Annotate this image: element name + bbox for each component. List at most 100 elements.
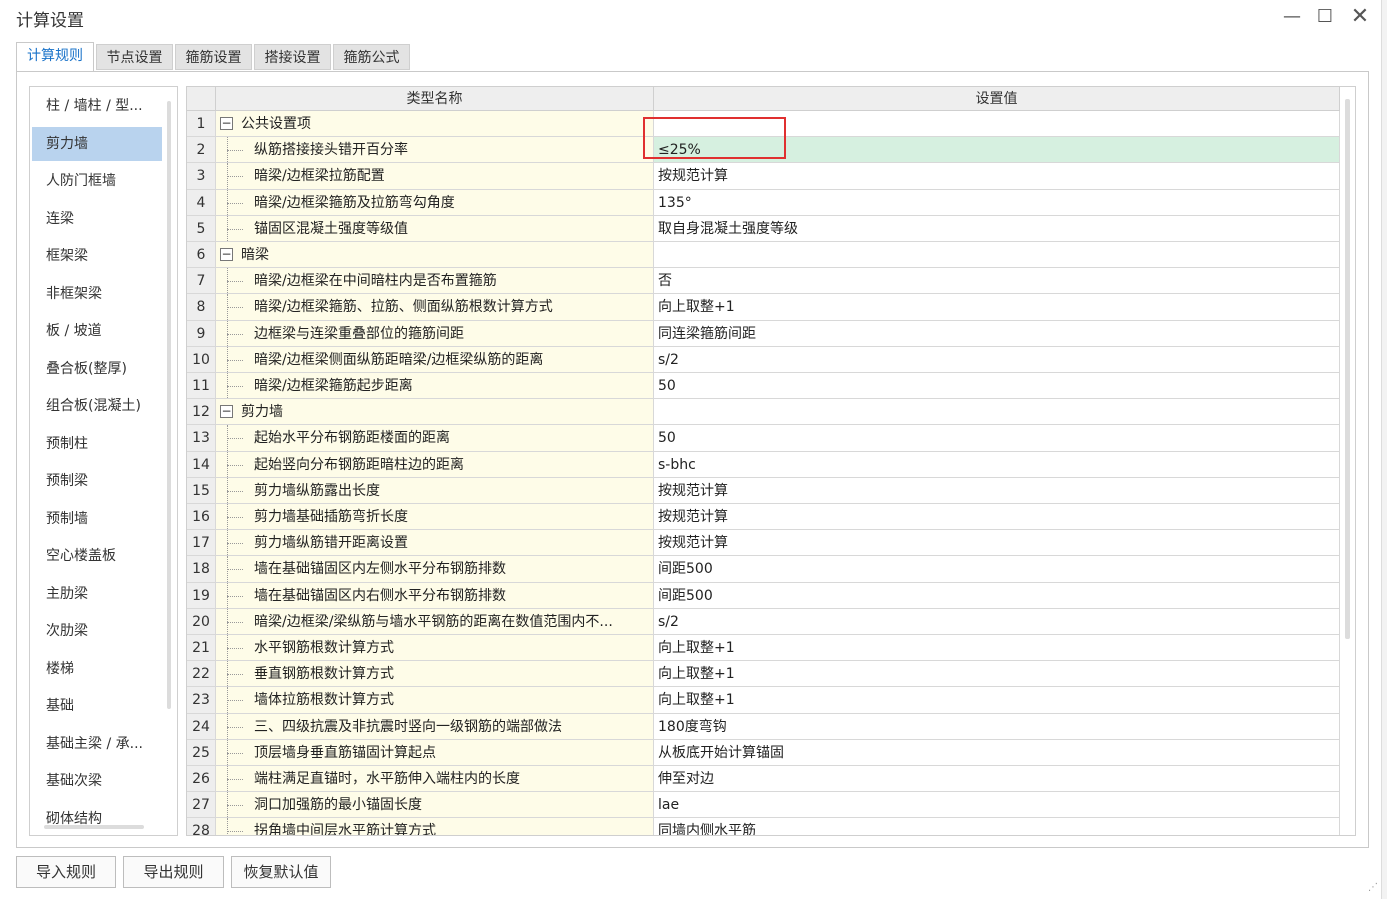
setting-value-cell[interactable]: 间距500 <box>654 582 1340 609</box>
setting-name: 墙体拉筋根数计算方式 <box>254 692 394 709</box>
sidebar-item[interactable]: 板 / 坡道 <box>32 314 162 348</box>
table-row[interactable]: 5 锚固区混凝土强度等级值 取自身混凝土强度等级 <box>187 215 1340 242</box>
setting-value-cell[interactable]: 180度弯钩 <box>654 713 1340 740</box>
table-row[interactable]: 3 暗梁/边框梁拉筋配置 按规范计算 <box>187 163 1340 190</box>
sidebar-item[interactable]: 空心楼盖板 <box>32 539 162 573</box>
minimize-icon[interactable]: — <box>1277 4 1307 30</box>
sidebar-item[interactable]: 预制柱 <box>32 427 162 461</box>
table-row[interactable]: 26 端柱满足直锚时，水平筋伸入端柱内的长度 伸至对边 <box>187 766 1340 793</box>
sidebar-item[interactable]: 柱 / 墙柱 / 型... <box>32 89 162 123</box>
sidebar-item[interactable]: 砌体结构 <box>32 802 162 836</box>
grid-vertical-scrollbar[interactable] <box>1345 99 1350 639</box>
setting-value-cell[interactable]: 50 <box>654 425 1340 452</box>
table-row[interactable]: 13 起始水平分布钢筋距楼面的距离 50 <box>187 425 1340 452</box>
setting-value-cell[interactable]: 间距500 <box>654 556 1340 583</box>
sidebar-item[interactable]: 次肋梁 <box>32 614 162 648</box>
table-row[interactable]: 24 三、四级抗震及非抗震时竖向一级钢筋的端部做法 180度弯钩 <box>187 713 1340 740</box>
table-row[interactable]: 17 剪力墙纵筋错开距离设置 按规范计算 <box>187 530 1340 557</box>
row-number-header <box>187 87 216 111</box>
export-rules-button[interactable]: 导出规则 <box>123 856 224 888</box>
table-row[interactable]: 7 暗梁/边框梁在中间暗柱内是否布置箍筋 否 <box>187 268 1340 295</box>
setting-value-cell[interactable]: 50 <box>654 373 1340 400</box>
table-row[interactable]: 6− 暗梁 <box>187 242 1340 269</box>
table-row[interactable]: 16 剪力墙基础插筋弯折长度 按规范计算 <box>187 504 1340 531</box>
setting-value-cell[interactable]: 按规范计算 <box>654 163 1340 190</box>
sidebar-item[interactable]: 叠合板(整厚) <box>32 352 162 386</box>
tab-1[interactable]: 计算规则 <box>16 42 94 72</box>
setting-value-cell[interactable]: lae <box>654 792 1340 819</box>
setting-value-cell[interactable]: s/2 <box>654 608 1340 635</box>
sidebar-item[interactable]: 框架梁 <box>32 239 162 273</box>
row-number: 28 <box>187 818 216 835</box>
sidebar-item[interactable]: 基础 <box>32 689 162 723</box>
setting-name: 暗梁/边框梁侧面纵筋距暗梁/边框梁纵筋的距离 <box>254 351 544 368</box>
close-icon[interactable]: ✕ <box>1345 4 1375 30</box>
tab-2[interactable]: 节点设置 <box>96 44 173 70</box>
sidebar-item[interactable]: 剪力墙 <box>32 126 162 161</box>
maximize-icon[interactable]: ☐ <box>1310 4 1340 30</box>
tree-branch <box>227 281 243 283</box>
restore-defaults-button[interactable]: 恢复默认值 <box>231 856 331 888</box>
tree-branch <box>227 517 243 518</box>
table-row[interactable]: 11 暗梁/边框梁箍筋起步距离 50 <box>187 373 1340 400</box>
table-row[interactable]: 15 剪力墙纵筋露出长度 按规范计算 <box>187 477 1340 504</box>
import-rules-button[interactable]: 导入规则 <box>16 856 116 888</box>
sidebar-item[interactable]: 主肋梁 <box>32 577 162 611</box>
sidebar-vertical-scrollbar[interactable] <box>167 101 171 709</box>
setting-name: 暗梁/边框梁拉筋配置 <box>254 168 385 185</box>
sidebar-item[interactable]: 预制墙 <box>32 502 162 536</box>
setting-value-cell[interactable]: s/2 <box>654 346 1340 373</box>
table-row[interactable]: 25 顶层墙身垂直筋锚固计算起点 从板底开始计算锚固 <box>187 739 1340 766</box>
setting-value-cell[interactable]: 取自身混凝土强度等级 <box>654 215 1340 242</box>
collapse-icon[interactable]: − <box>220 248 233 261</box>
table-row[interactable]: 12− 剪力墙 <box>187 399 1340 426</box>
table-row[interactable]: 8 暗梁/边框梁箍筋、拉筋、侧面纵筋根数计算方式 向上取整+1 <box>187 294 1340 321</box>
row-number: 9 <box>187 320 216 347</box>
setting-value-cell[interactable]: 按规范计算 <box>654 504 1340 531</box>
row-number: 17 <box>187 530 216 557</box>
tab-5[interactable]: 箍筋公式 <box>333 44 410 70</box>
setting-value-cell[interactable]: 否 <box>654 268 1340 295</box>
sidebar-item[interactable]: 组合板(混凝土) <box>32 389 162 423</box>
table-row[interactable]: 14 起始竖向分布钢筋距暗柱边的距离 s-bhc <box>187 451 1340 478</box>
setting-value-cell[interactable]: 向上取整+1 <box>654 294 1340 321</box>
setting-value-cell[interactable]: 按规范计算 <box>654 530 1340 557</box>
sidebar-item[interactable]: 人防门框墙 <box>32 164 162 198</box>
setting-value-cell[interactable]: 伸至对边 <box>654 766 1340 793</box>
sidebar-item[interactable]: 基础主梁 / 承... <box>32 727 162 761</box>
sidebar-item[interactable]: 楼梯 <box>32 652 162 686</box>
table-row[interactable]: 18 墙在基础锚固区内左侧水平分布钢筋排数 间距500 <box>187 556 1340 583</box>
setting-value-cell[interactable]: 同墙内侧水平筋 <box>654 818 1340 835</box>
setting-name-cell: 剪力墙纵筋错开距离设置 <box>216 530 654 557</box>
resize-grip-icon[interactable]: ⋰ <box>1368 882 1380 894</box>
table-row[interactable]: 27 洞口加强筋的最小锚固长度 lae <box>187 792 1340 819</box>
setting-value-cell[interactable]: 同连梁箍筋间距 <box>654 320 1340 347</box>
setting-value-cell[interactable]: s-bhc <box>654 451 1340 478</box>
table-row[interactable]: 10 暗梁/边框梁侧面纵筋距暗梁/边框梁纵筋的距离 s/2 <box>187 346 1340 373</box>
setting-value-cell[interactable]: 向上取整+1 <box>654 635 1340 662</box>
sidebar-item[interactable]: 非框架梁 <box>32 277 162 311</box>
setting-value-cell[interactable]: 135° <box>654 189 1340 216</box>
setting-value-cell[interactable]: 向上取整+1 <box>654 661 1340 688</box>
tab-4[interactable]: 搭接设置 <box>254 44 331 70</box>
tab-3[interactable]: 箍筋设置 <box>175 44 252 70</box>
setting-value-cell[interactable]: 向上取整+1 <box>654 687 1340 714</box>
setting-value-cell[interactable]: 从板底开始计算锚固 <box>654 739 1340 766</box>
table-row[interactable]: 9 边框梁与连梁重叠部位的箍筋间距 同连梁箍筋间距 <box>187 320 1340 347</box>
sidebar-item[interactable]: 基础次梁 <box>32 764 162 798</box>
table-row[interactable]: 23 墙体拉筋根数计算方式 向上取整+1 <box>187 687 1340 714</box>
table-row[interactable]: 4 暗梁/边框梁箍筋及拉筋弯勾角度 135° <box>187 189 1340 216</box>
table-row[interactable]: 19 墙在基础锚固区内右侧水平分布钢筋排数 间距500 <box>187 582 1340 609</box>
table-row[interactable]: 28 拐角墙中间层水平筋计算方式 同墙内侧水平筋 <box>187 818 1340 835</box>
sidebar-item[interactable]: 预制梁 <box>32 464 162 498</box>
tree-branch <box>227 386 243 387</box>
setting-name-cell: 端柱满足直锚时，水平筋伸入端柱内的长度 <box>216 766 654 793</box>
setting-value-cell[interactable]: 按规范计算 <box>654 477 1340 504</box>
table-row[interactable]: 22 垂直钢筋根数计算方式 向上取整+1 <box>187 661 1340 688</box>
collapse-icon[interactable]: − <box>220 117 233 130</box>
table-row[interactable]: 20 暗梁/边框梁/梁纵筋与墙水平钢筋的距离在数值范围内不... s/2 <box>187 608 1340 635</box>
table-row[interactable]: 21 水平钢筋根数计算方式 向上取整+1 <box>187 635 1340 662</box>
title-bar: 计算设置 — ☐ ✕ <box>0 0 1387 36</box>
collapse-icon[interactable]: − <box>220 405 233 419</box>
sidebar-item[interactable]: 连梁 <box>32 202 162 236</box>
